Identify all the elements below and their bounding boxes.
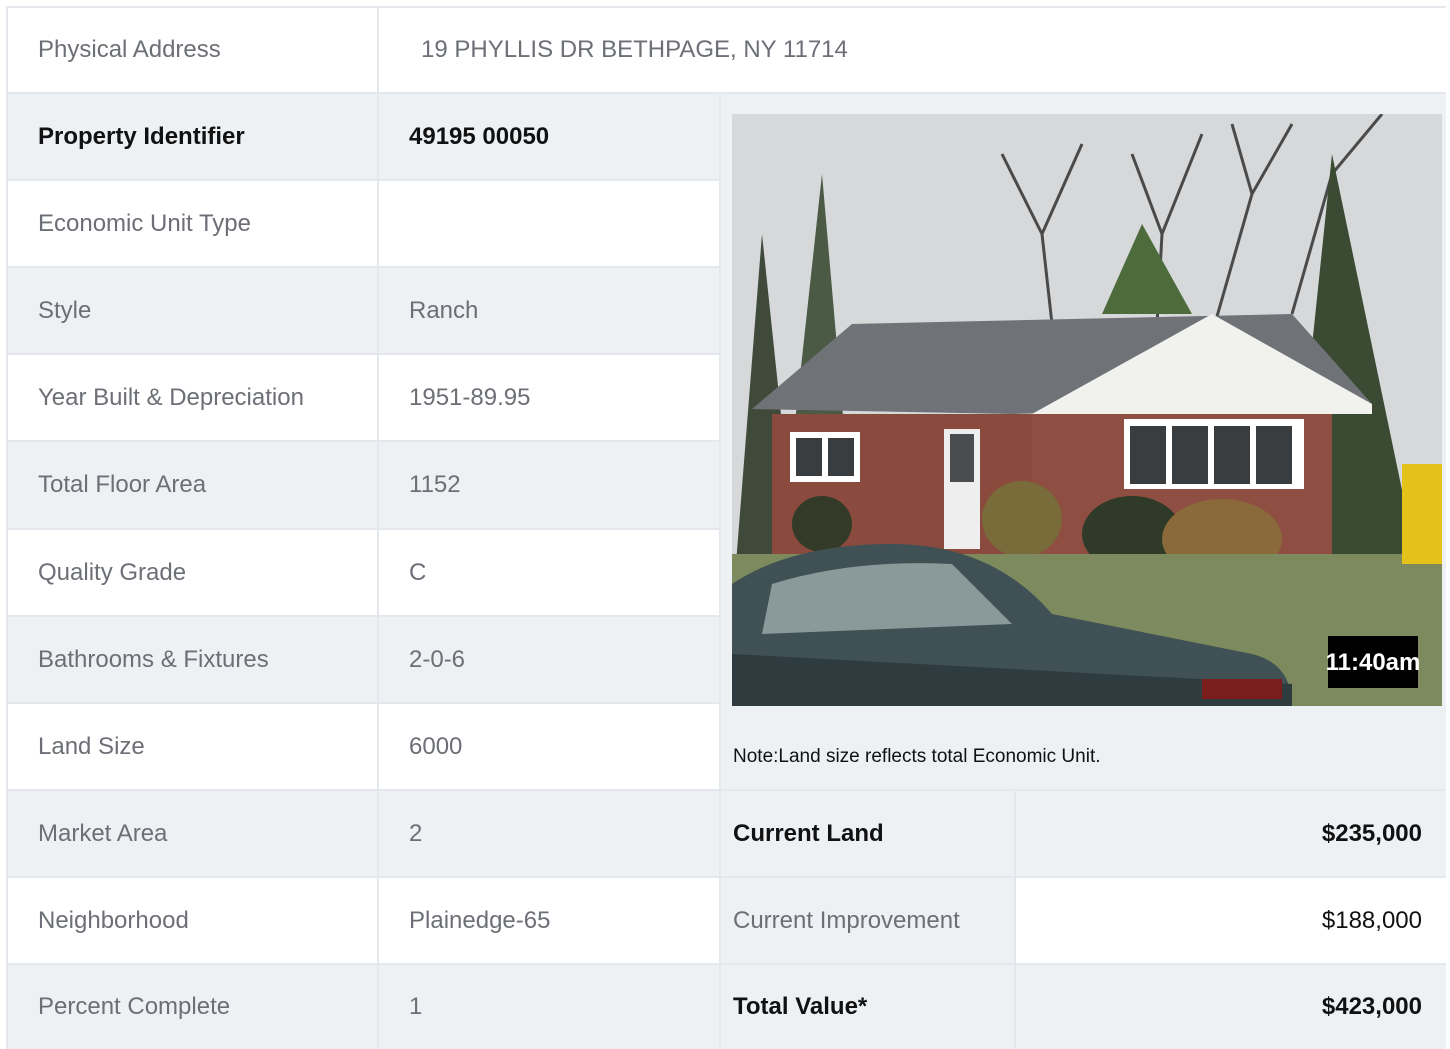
address-label: Physical Address: [38, 36, 221, 63]
detail-label: Quality Grade: [38, 558, 187, 586]
detail-value: 6000: [409, 732, 463, 760]
photo-panel: 11:40am Note:Land size reflects total Ec…: [721, 94, 1446, 791]
detail-row-neighborhood: Neighborhood: [8, 878, 379, 965]
detail-value: 1951-89.95: [409, 383, 531, 411]
detail-value-land-size: 6000: [379, 704, 721, 791]
address-label-cell: Physical Address: [8, 8, 379, 94]
detail-row-market-area: Market Area: [8, 791, 379, 878]
detail-label: Year Built & Depreciation: [38, 383, 304, 411]
detail-value-total-floor-area: 1152: [379, 442, 721, 530]
detail-row-percent-complete: Percent Complete: [8, 965, 379, 1049]
value-amount: $423,000: [1321, 993, 1422, 1020]
land-size-note: Note:Land size reflects total Economic U…: [733, 746, 1101, 767]
value-row-total-value: Total Value*: [721, 965, 1016, 1049]
detail-value-bathrooms: 2-0-6: [379, 617, 721, 704]
detail-row-property-identifier: Property Identifier: [8, 94, 379, 181]
detail-value-style: Ranch: [379, 268, 721, 355]
detail-label: Style: [38, 296, 92, 324]
detail-value-quality-grade: C: [379, 530, 721, 617]
value-current-improvement: $188,000: [1016, 878, 1446, 965]
property-photo[interactable]: 11:40am: [732, 114, 1442, 706]
detail-row-total-floor-area: Total Floor Area: [8, 442, 379, 530]
detail-row-style: Style: [8, 268, 379, 355]
detail-value-property-identifier: 49195 00050: [379, 94, 721, 181]
detail-row-bathrooms: Bathrooms & Fixtures: [8, 617, 379, 704]
value-amount: $235,000: [1321, 819, 1422, 847]
detail-value-neighborhood: Plainedge-65: [379, 878, 721, 965]
detail-value-market-area: 2: [379, 791, 721, 878]
detail-row-land-size: Land Size: [8, 704, 379, 791]
detail-value-year-built: 1951-89.95: [379, 355, 721, 442]
detail-value-percent-complete: 1: [379, 965, 721, 1049]
detail-label: Property Identifier: [38, 122, 245, 150]
value-amount: $188,000: [1321, 906, 1422, 934]
value-current-land: $235,000: [1016, 791, 1446, 878]
detail-row-quality-grade: Quality Grade: [8, 530, 379, 617]
detail-label: Neighborhood: [38, 906, 189, 934]
detail-value: 1152: [409, 471, 461, 498]
value-label: Total Value*: [733, 993, 868, 1020]
detail-value: 1: [409, 993, 423, 1020]
value-row-current-improvement: Current Improvement: [721, 878, 1016, 965]
detail-label: Total Floor Area: [38, 471, 207, 498]
value-total-value: $423,000: [1016, 965, 1446, 1049]
detail-value: Plainedge-65: [409, 906, 551, 934]
value-label: Current Land: [733, 819, 884, 847]
detail-label: Market Area: [38, 819, 168, 847]
detail-value: 2-0-6: [409, 645, 466, 673]
detail-value: Ranch: [409, 296, 479, 324]
detail-label: Economic Unit Type: [38, 209, 251, 237]
detail-value: C: [409, 558, 427, 586]
detail-label: Land Size: [38, 732, 145, 760]
detail-row-year-built: Year Built & Depreciation: [8, 355, 379, 442]
detail-value-economic-unit-type: [379, 181, 721, 268]
photo-timestamp: 11:40am: [1326, 649, 1421, 676]
value-row-current-land: Current Land: [721, 791, 1016, 878]
address-value-cell: 19 PHYLLIS DR BETHPAGE, NY 11714: [379, 8, 1446, 94]
detail-value: 2: [409, 819, 423, 847]
detail-label: Bathrooms & Fixtures: [38, 645, 269, 673]
detail-label: Percent Complete: [38, 993, 231, 1020]
detail-row-economic-unit-type: Economic Unit Type: [8, 181, 379, 268]
address-value: 19 PHYLLIS DR BETHPAGE, NY 11714: [421, 36, 848, 63]
value-label: Current Improvement: [733, 906, 960, 934]
detail-value: 49195 00050: [409, 122, 550, 150]
house-photo-illustration: 11:40am: [732, 114, 1442, 706]
